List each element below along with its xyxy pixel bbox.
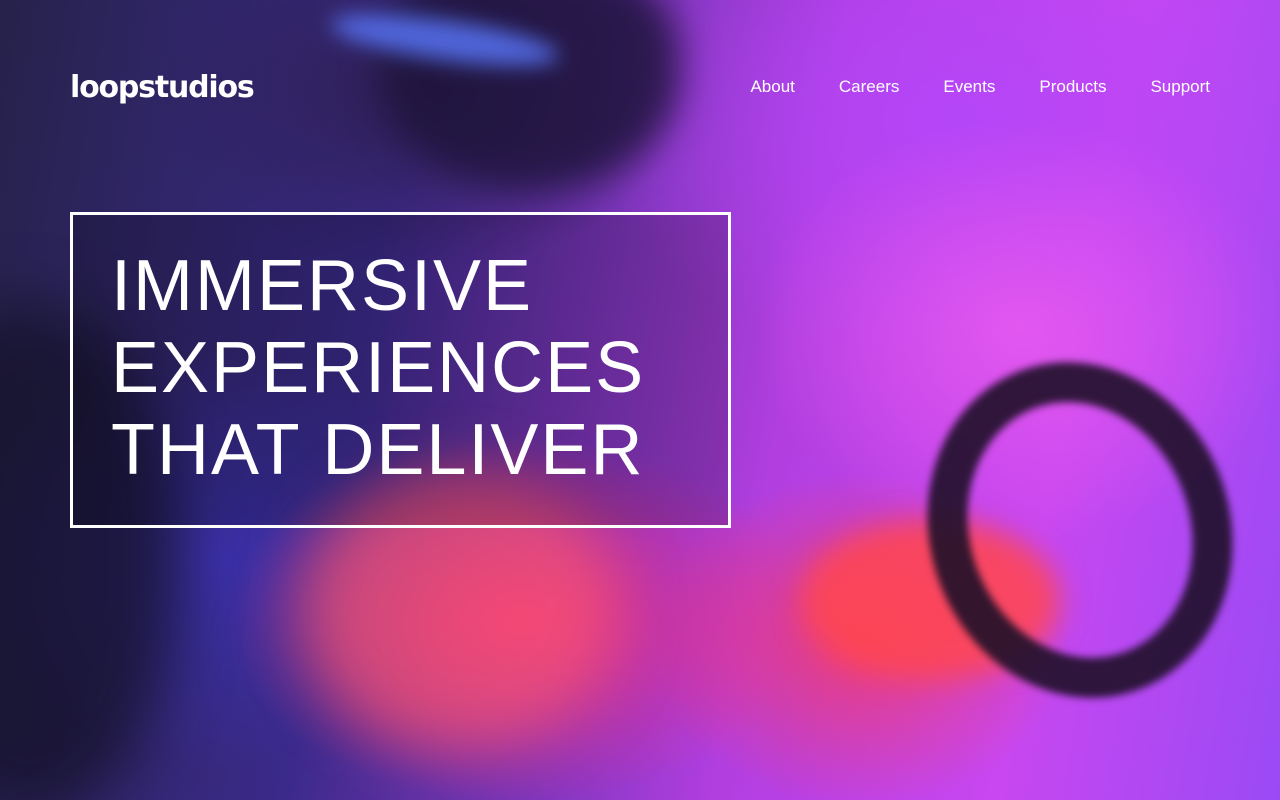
nav-link-events[interactable]: Events	[943, 77, 995, 97]
site-logo[interactable]: loopstudios	[70, 70, 255, 105]
hero-title: IMMERSIVE EXPERIENCES THAT DELIVER	[111, 245, 728, 491]
hero-title-line-1: IMMERSIVE	[111, 246, 534, 326]
hero-title-line-3: THAT DELIVER	[111, 410, 645, 490]
hero-title-line-2: EXPERIENCES	[111, 328, 646, 408]
main-nav: About Careers Events Products Support	[706, 77, 1210, 97]
nav-link-support[interactable]: Support	[1150, 77, 1210, 97]
hero-title-box: IMMERSIVE EXPERIENCES THAT DELIVER	[70, 212, 731, 528]
nav-link-about[interactable]: About	[750, 77, 794, 97]
site-header: loopstudios About Careers Events Product…	[70, 64, 1210, 110]
nav-link-products[interactable]: Products	[1039, 77, 1106, 97]
nav-link-careers[interactable]: Careers	[839, 77, 899, 97]
